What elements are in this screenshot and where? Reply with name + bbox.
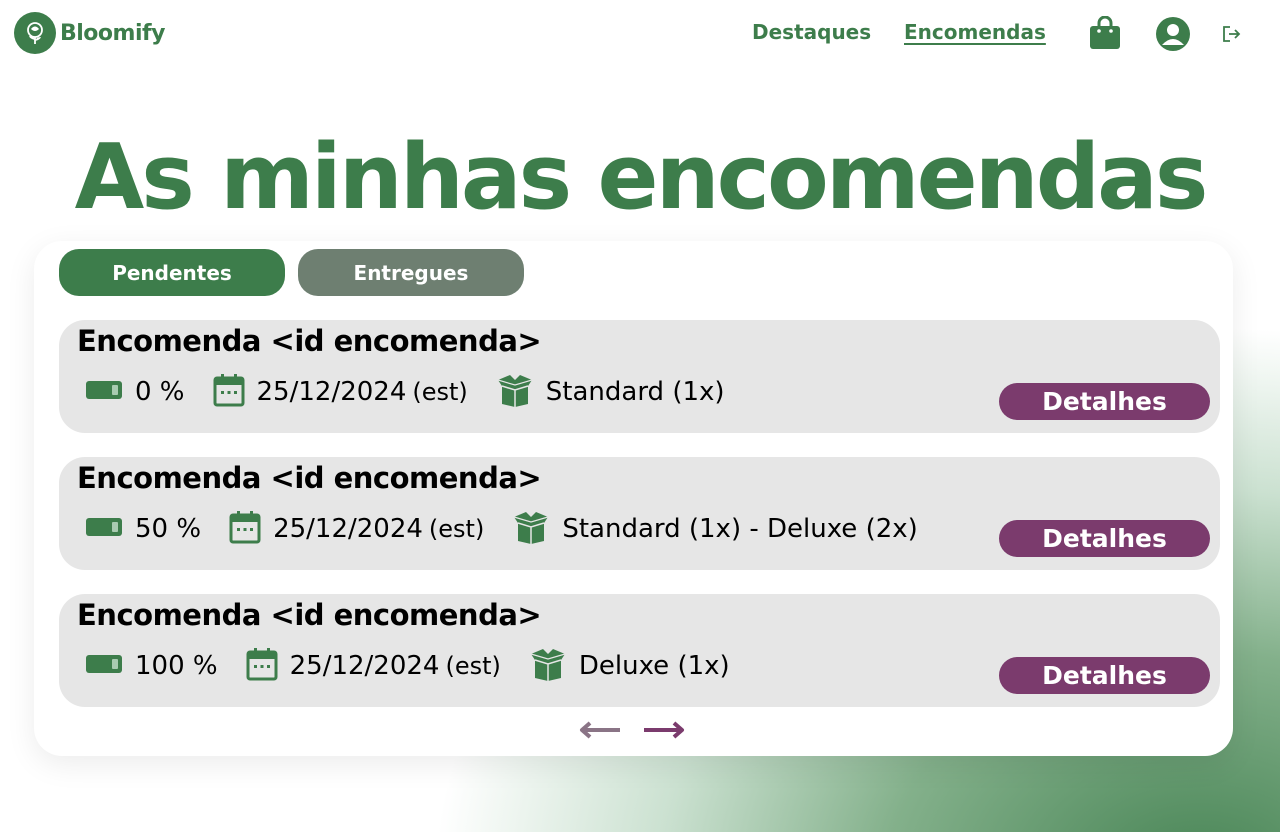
order-items: Standard (1x) - Deluxe (2x) [512, 510, 918, 548]
delivery-date: 25/12/2024 [256, 377, 407, 407]
progress-value: 100 % [135, 651, 218, 681]
progress-value: 50 % [135, 514, 202, 544]
next-arrow-icon[interactable] [642, 719, 686, 745]
user-account-icon[interactable] [1155, 16, 1191, 56]
order-meta: 0 % 25/12/2024 (est) Standard (1x) [85, 372, 753, 412]
top-navbar: Bloomify Destaques Encomendas [0, 0, 1280, 70]
order-items: Deluxe (1x) [529, 647, 730, 685]
order-meta: 50 % 25/12/2024 (est) Standard (1x) - De… [85, 509, 946, 549]
brand-name: Bloomify [60, 20, 165, 46]
calendar-icon [246, 647, 278, 685]
delivery-date: 25/12/2024 [289, 651, 440, 681]
box-icon [529, 647, 567, 685]
details-button[interactable]: Detalhes [999, 383, 1210, 420]
order-progress: 50 % [85, 514, 201, 544]
date-note: (est) [428, 515, 485, 543]
brand-logo[interactable]: Bloomify [14, 12, 165, 54]
calendar-icon [213, 373, 245, 411]
shopping-bag-icon[interactable] [1089, 15, 1121, 54]
order-progress: 100 % [85, 651, 218, 681]
tab-pendentes[interactable]: Pendentes [59, 249, 285, 296]
order-date: 25/12/2024 (est) [246, 647, 501, 685]
delivery-date: 25/12/2024 [273, 514, 423, 544]
prev-arrow-icon[interactable] [578, 719, 622, 745]
order-card: Encomenda <id encomenda> 0 % 25/12/2024 … [59, 320, 1220, 433]
box-icon [496, 373, 534, 411]
date-note: (est) [412, 378, 468, 406]
pagination [578, 719, 686, 745]
tab-entregues[interactable]: Entregues [298, 249, 524, 296]
calendar-icon [229, 510, 261, 548]
items-summary: Deluxe (1x) [578, 651, 730, 681]
rose-logo-icon [14, 12, 56, 54]
details-button[interactable]: Detalhes [999, 657, 1210, 694]
page-title: As minhas encomendas [74, 125, 1209, 230]
order-title: Encomenda <id encomenda> [77, 461, 542, 495]
order-items: Standard (1x) [496, 373, 725, 411]
progress-battery-icon [85, 654, 123, 678]
date-note: (est) [445, 652, 501, 680]
items-summary: Standard (1x) [545, 377, 725, 407]
nav-link-encomendas[interactable]: Encomendas [904, 20, 1046, 44]
order-title: Encomenda <id encomenda> [77, 598, 542, 632]
order-meta: 100 % 25/12/2024 (est) Deluxe (1x) [85, 646, 758, 686]
order-date: 25/12/2024 (est) [229, 510, 484, 548]
box-icon [512, 510, 550, 548]
progress-battery-icon [85, 380, 123, 404]
items-summary: Standard (1x) - Deluxe (2x) [562, 514, 918, 544]
order-title: Encomenda <id encomenda> [77, 324, 542, 358]
order-progress: 0 % [85, 377, 185, 407]
details-button[interactable]: Detalhes [999, 520, 1210, 557]
order-card: Encomenda <id encomenda> 100 % 25/12/202… [59, 594, 1220, 707]
orders-panel: Pendentes Entregues Encomenda <id encome… [34, 241, 1233, 756]
logout-icon[interactable] [1222, 25, 1242, 47]
order-card: Encomenda <id encomenda> 50 % 25/12/2024… [59, 457, 1220, 570]
nav-link-destaques[interactable]: Destaques [752, 20, 871, 44]
progress-value: 0 % [135, 377, 185, 407]
progress-battery-icon [85, 517, 123, 541]
order-date: 25/12/2024 (est) [213, 373, 468, 411]
